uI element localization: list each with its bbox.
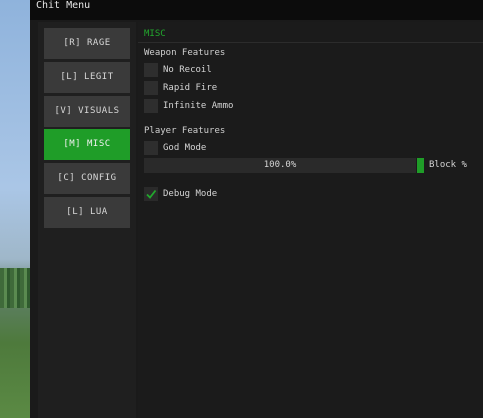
window-titlebar[interactable]: Chit Menu xyxy=(30,0,483,20)
cheat-menu-window: Chit Menu [R] RAGE [L] LEGIT [V] VISUALS… xyxy=(30,0,483,418)
debug-mode-label: Debug Mode xyxy=(163,189,218,199)
weapon-features-title: Weapon Features xyxy=(144,48,226,58)
player-features-title: Player Features xyxy=(144,126,226,136)
infinite-ammo-checkbox[interactable] xyxy=(144,99,158,113)
god-mode-checkbox[interactable] xyxy=(144,141,158,155)
screen: Chit Menu [R] RAGE [L] LEGIT [V] VISUALS… xyxy=(0,0,483,418)
debug-mode-checkbox[interactable] xyxy=(144,187,158,201)
tab-config[interactable]: [C] CONFIG xyxy=(44,163,130,194)
slider-label: Block % xyxy=(429,160,467,170)
rapid-fire-label: Rapid Fire xyxy=(163,83,218,93)
no-recoil-label: No Recoil xyxy=(163,65,212,75)
infinite-ammo-label: Infinite Ammo xyxy=(163,101,234,111)
tab-visuals[interactable]: [V] VISUALS xyxy=(44,96,130,127)
header-divider xyxy=(138,42,483,43)
debug-mode-option[interactable]: Debug Mode xyxy=(144,187,217,201)
window-title: Chit Menu xyxy=(36,0,91,11)
no-recoil-checkbox[interactable] xyxy=(144,63,158,77)
god-mode-label: God Mode xyxy=(163,143,207,153)
rapid-fire-option[interactable]: Rapid Fire xyxy=(144,81,217,95)
tab-legit[interactable]: [L] LEGIT xyxy=(44,62,130,93)
sidebar: [R] RAGE [L] LEGIT [V] VISUALS [M] MISC … xyxy=(38,22,136,418)
block-percent-slider[interactable]: 100.0% xyxy=(144,158,416,173)
slider-value-text: 100.0% xyxy=(263,160,297,170)
tab-lua[interactable]: [L] LUA xyxy=(44,197,130,228)
slider-handle[interactable] xyxy=(417,158,424,173)
tab-misc[interactable]: [M] MISC xyxy=(44,129,130,160)
infinite-ammo-option[interactable]: Infinite Ammo xyxy=(144,99,233,113)
rapid-fire-checkbox[interactable] xyxy=(144,81,158,95)
checkmark-icon xyxy=(146,189,157,199)
tab-rage[interactable]: [R] RAGE xyxy=(44,28,130,59)
section-header: MISC xyxy=(144,29,166,39)
god-mode-option[interactable]: God Mode xyxy=(144,141,206,155)
content-panel: MISC Weapon Features No Recoil Rapid Fir… xyxy=(138,22,483,418)
no-recoil-option[interactable]: No Recoil xyxy=(144,63,212,77)
